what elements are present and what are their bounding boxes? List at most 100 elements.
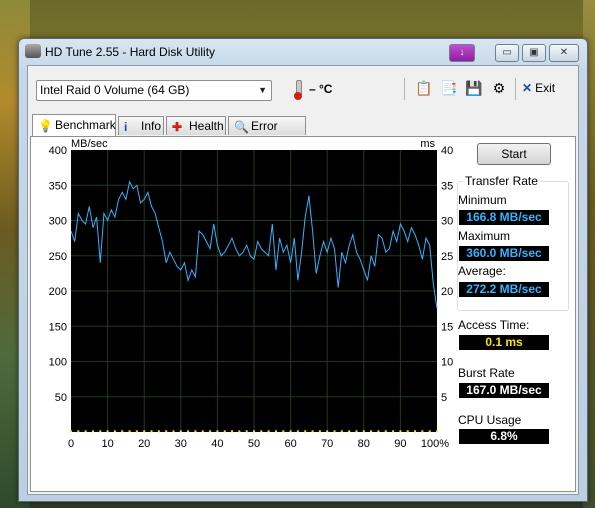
y-left-tick-label: 150	[49, 321, 67, 333]
access-time-point	[99, 430, 102, 433]
access-time-point	[209, 430, 212, 433]
dropdown-arrow-icon[interactable]: ▼	[258, 85, 267, 95]
access-time-point	[172, 430, 175, 433]
y-right-tick-label: 20	[441, 286, 453, 298]
access-time-point	[289, 430, 292, 433]
access-time-point	[187, 430, 190, 433]
start-button[interactable]: Start	[477, 143, 551, 165]
exit-x-icon: ✕	[522, 81, 533, 95]
access-time-point	[238, 430, 241, 433]
average-label: Average:	[458, 264, 506, 278]
y-left-tick-label: 200	[49, 286, 67, 298]
access-time-point	[333, 430, 336, 433]
access-time-point	[436, 430, 438, 433]
save-icon[interactable]: 💾	[465, 79, 483, 97]
access-time-point	[113, 430, 116, 433]
access-time-point	[282, 430, 285, 433]
access-time-point	[370, 430, 373, 433]
minimum-label: Minimum	[458, 193, 507, 207]
client-area: Intel Raid 0 Volume (64 GB) ▼ – °C 📋 📑 💾…	[27, 65, 579, 495]
hd-tune-app-icon	[25, 44, 41, 58]
access-time-point	[216, 430, 219, 433]
access-time-point	[304, 430, 307, 433]
options-icon[interactable]: ⚙	[490, 79, 508, 97]
x-tick-label: 0	[68, 438, 74, 450]
x-tick-label: 60	[284, 438, 296, 450]
access-time-point	[245, 430, 248, 433]
benchmark-panel: MB/sec ms 400 350 300 250 200 150 100 50 40 35 30 25 2…	[30, 136, 576, 492]
thermometer-icon	[294, 80, 302, 100]
copy-info-icon[interactable]: 📋	[415, 79, 433, 97]
y-left-tick-label: 350	[49, 180, 67, 192]
tab-info[interactable]: i Info	[118, 116, 164, 135]
window-title: HD Tune 2.55 - Hard Disk Utility	[45, 45, 216, 59]
access-time-point	[84, 430, 87, 433]
x-tick-label: 40	[211, 438, 223, 450]
access-time-point	[362, 430, 365, 433]
y-right-tick-label: 40	[441, 145, 453, 157]
access-time-point	[296, 430, 299, 433]
y-left-tick-label: 100	[49, 357, 67, 369]
copy-screenshot-icon[interactable]: 📑	[440, 79, 458, 97]
temperature-readout: – °C	[309, 82, 333, 96]
access-time-point	[150, 430, 153, 433]
access-time-point	[253, 430, 255, 433]
cpu-usage-label: CPU Usage	[458, 413, 522, 427]
title-bar[interactable]: HD Tune 2.55 - Hard Disk Utility ↓ ▭ ▣ ✕	[19, 39, 587, 65]
burst-rate-value: 167.0 MB/sec	[459, 383, 549, 398]
access-time-point	[179, 430, 182, 433]
maximize-button[interactable]: ▣	[522, 44, 546, 62]
access-time-point	[355, 430, 358, 433]
minimum-value: 166.8 MB/sec	[459, 210, 549, 225]
y-left-tick-label: 400	[49, 145, 67, 157]
access-time-point	[377, 430, 380, 433]
access-time-point	[106, 430, 109, 433]
lightbulb-icon: 💡	[38, 119, 53, 133]
access-time-point	[428, 430, 431, 433]
tab-health[interactable]: ✚ Health	[166, 116, 226, 135]
app-window: HD Tune 2.55 - Hard Disk Utility ↓ ▭ ▣ ✕…	[18, 38, 588, 502]
access-time-point	[194, 430, 197, 433]
x-tick-label: 50	[248, 438, 260, 450]
x-tick-label: 20	[138, 438, 150, 450]
exit-label: Exit	[535, 81, 556, 95]
access-time-point	[260, 430, 263, 433]
toolbar: Intel Raid 0 Volume (64 GB) ▼ – °C 📋 📑 💾…	[28, 66, 578, 112]
access-time-point	[77, 430, 80, 433]
transfer-rate-title: Transfer Rate	[463, 174, 540, 188]
download-icon[interactable]: ↓	[449, 44, 475, 62]
tab-label: Health	[189, 119, 224, 133]
y-right-tick-label: 10	[441, 357, 453, 369]
tab-benchmark[interactable]: 💡 Benchmark	[32, 114, 116, 136]
access-time-point	[121, 430, 124, 433]
access-time-point	[135, 430, 138, 433]
tab-label: Benchmark	[55, 118, 116, 132]
x-tick-label: 100%	[421, 438, 449, 450]
access-time-point	[128, 430, 131, 433]
tab-error-scan[interactable]: 🔍 Error Scan	[228, 116, 306, 152]
y-right-tick-label: 5	[441, 392, 447, 404]
y-left-tick-label: 300	[49, 216, 67, 228]
y-right-tick-label: 30	[441, 216, 453, 228]
access-time-point	[223, 430, 226, 433]
exit-button[interactable]: ✕ Exit	[522, 81, 555, 95]
access-time-point	[91, 430, 94, 433]
magnifier-icon: 🔍	[234, 120, 249, 134]
access-time-point	[201, 430, 204, 433]
y-axis-right-title: ms	[420, 138, 435, 150]
access-time-point	[421, 430, 424, 433]
access-time-value: 0.1 ms	[459, 335, 549, 350]
close-button[interactable]: ✕	[549, 44, 579, 62]
info-icon: i	[124, 120, 128, 134]
drive-select[interactable]: Intel Raid 0 Volume (64 GB) ▼	[36, 80, 272, 101]
access-time-point	[165, 430, 168, 433]
minimize-button[interactable]: ▭	[495, 44, 519, 62]
y-right-tick-label: 25	[441, 251, 453, 263]
x-tick-label: 80	[358, 438, 370, 450]
maximum-value: 360.0 MB/sec	[459, 246, 549, 261]
results-side-panel: Start Transfer Rate Minimum 166.8 MB/sec…	[457, 137, 573, 491]
access-time-point	[274, 430, 277, 433]
access-time-point	[318, 430, 321, 433]
access-time-point	[348, 430, 351, 433]
tab-label: Info	[141, 119, 162, 133]
